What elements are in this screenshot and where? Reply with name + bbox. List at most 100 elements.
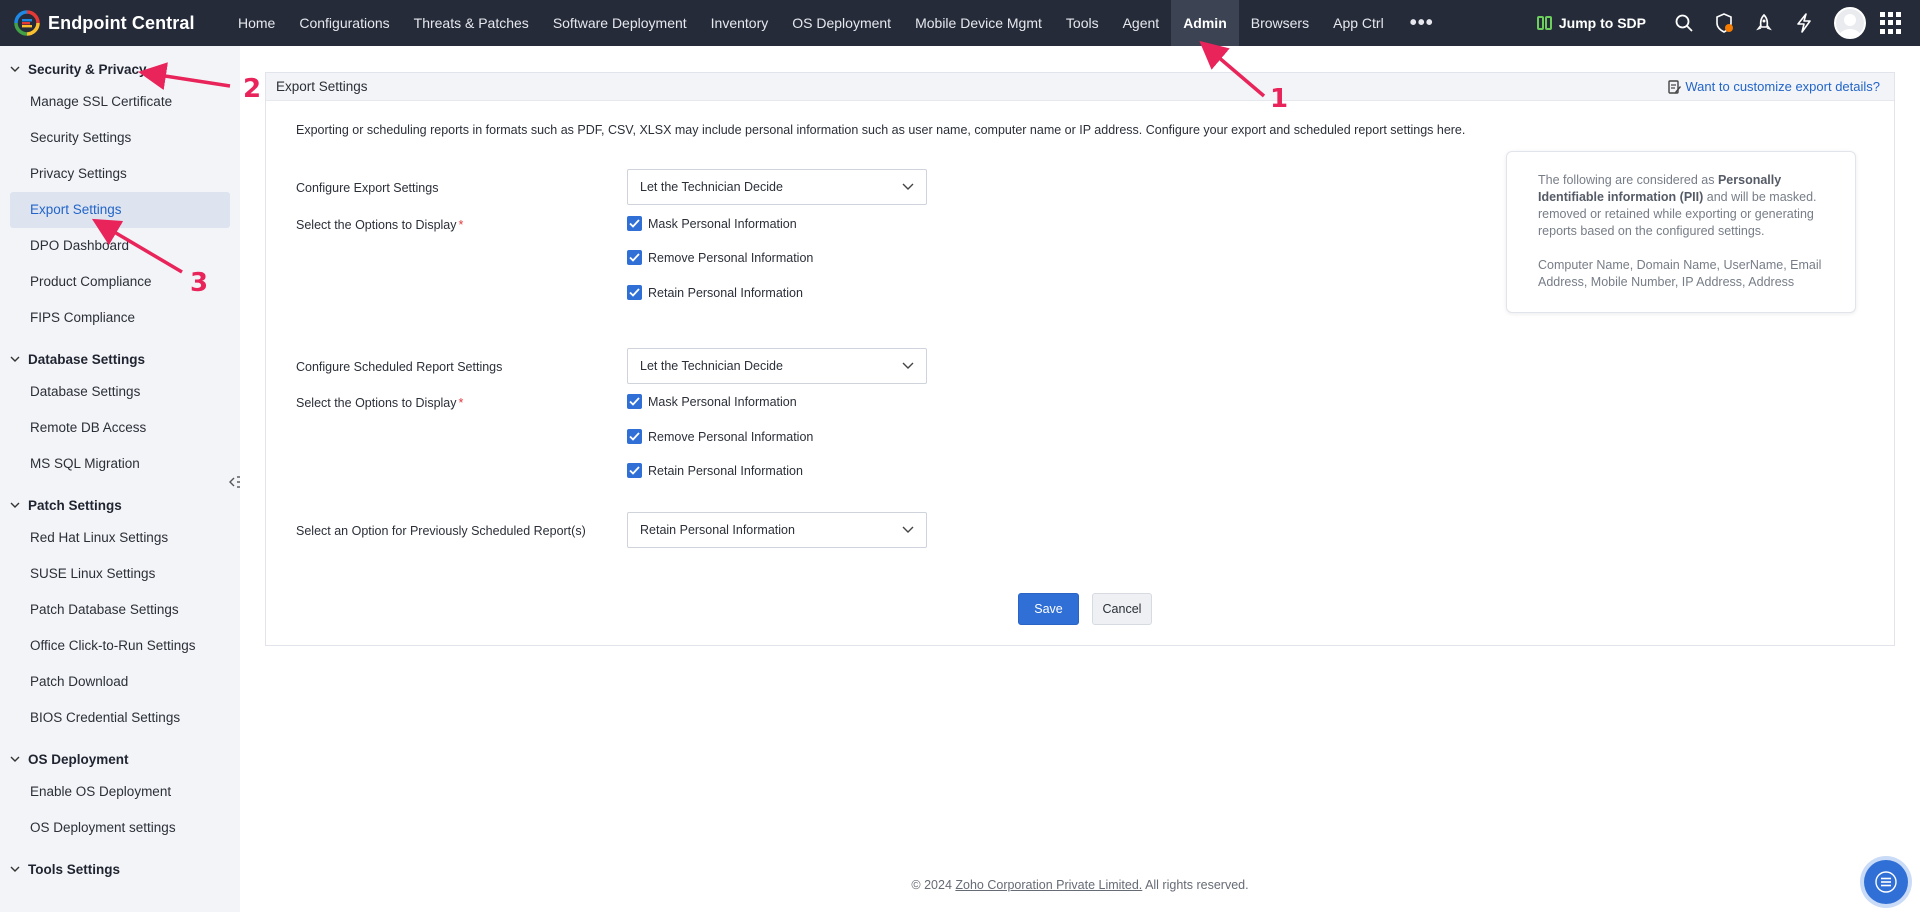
- scheduled-option-checkbox[interactable]: Mask Personal Information: [627, 394, 797, 409]
- previous-reports-label: Select an Option for Previously Schedule…: [296, 524, 586, 538]
- user-avatar[interactable]: [1834, 7, 1866, 39]
- nav-item-mobile-device-mgmt[interactable]: Mobile Device Mgmt: [903, 0, 1054, 46]
- nav-item-inventory[interactable]: Inventory: [699, 0, 781, 46]
- export-option-checkbox[interactable]: Mask Personal Information: [627, 216, 797, 231]
- nav-item-configurations[interactable]: Configurations: [287, 0, 401, 46]
- chevron-down-icon: [10, 866, 20, 872]
- sdp-icon: [1536, 16, 1552, 30]
- quick-menu-button[interactable]: [1864, 860, 1908, 904]
- nav-item-agent[interactable]: Agent: [1111, 0, 1172, 46]
- sidebar-item-remote-db-access[interactable]: Remote DB Access: [10, 410, 230, 446]
- nav-item-tools[interactable]: Tools: [1054, 0, 1111, 46]
- checkbox-label: Retain Personal Information: [648, 285, 803, 300]
- previous-reports-select[interactable]: Retain Personal Information: [627, 512, 927, 548]
- sidebar-item-dpo-dashboard[interactable]: DPO Dashboard: [10, 228, 230, 264]
- brand-name: Endpoint Central: [48, 12, 195, 33]
- sidebar-item-manage-ssl-certificate[interactable]: Manage SSL Certificate: [10, 84, 230, 120]
- intro-text: Exporting or scheduling reports in forma…: [296, 123, 1466, 137]
- export-option-checkbox[interactable]: Remove Personal Information: [627, 250, 813, 265]
- apps-grid-icon[interactable]: [1880, 12, 1902, 34]
- sidebar-group-title: Database Settings: [28, 351, 146, 367]
- sidebar-item-security-settings[interactable]: Security Settings: [10, 120, 230, 156]
- nav-item-app-ctrl[interactable]: App Ctrl: [1321, 0, 1396, 46]
- scheduled-settings-select[interactable]: Let the Technician Decide: [627, 348, 927, 384]
- export-settings-label: Configure Export Settings: [296, 181, 439, 195]
- cancel-button[interactable]: Cancel: [1092, 593, 1152, 625]
- customize-export-link[interactable]: Want to customize export details?: [1667, 79, 1880, 94]
- sidebar-item-bios-credential-settings[interactable]: BIOS Credential Settings: [10, 700, 230, 736]
- sidebar-group-title: Patch Settings: [28, 497, 122, 513]
- lightning-icon[interactable]: [1792, 11, 1816, 35]
- chevron-down-icon: [10, 356, 20, 362]
- sidebar-group: Tools Settings: [0, 858, 240, 880]
- annotation-label-2: 2: [243, 74, 262, 104]
- sidebar-item-patch-database-settings[interactable]: Patch Database Settings: [10, 592, 230, 628]
- main-nav: Home Configurations Threats & Patches Softw…: [226, 0, 1396, 46]
- checkbox-checked-icon[interactable]: [627, 429, 642, 444]
- rocket-icon[interactable]: [1752, 11, 1776, 35]
- checkbox-label: Retain Personal Information: [648, 463, 803, 478]
- scheduled-option-checkbox[interactable]: Retain Personal Information: [627, 463, 803, 478]
- sidebar-group-title: Tools Settings: [28, 861, 121, 877]
- sidebar-item-export-settings[interactable]: Export Settings: [10, 192, 230, 228]
- search-icon[interactable]: [1672, 11, 1696, 35]
- checkbox-checked-icon[interactable]: [627, 250, 642, 265]
- export-option-checkbox[interactable]: Retain Personal Information: [627, 285, 803, 300]
- chevron-down-icon: [10, 66, 20, 72]
- checkbox-checked-icon[interactable]: [627, 285, 642, 300]
- main-content: Export Settings Want to customize export…: [240, 46, 1920, 912]
- export-options-label: Select the Options to Display *: [296, 218, 464, 232]
- sidebar-group-title: Security & Privacy: [28, 61, 147, 77]
- pii-fields-text: Computer Name, Domain Name, UserName, Em…: [1538, 258, 1822, 289]
- chevron-down-icon: [902, 183, 914, 190]
- save-button[interactable]: Save: [1018, 593, 1079, 625]
- chevron-down-icon: [902, 526, 914, 533]
- checkbox-checked-icon[interactable]: [627, 463, 642, 478]
- export-settings-select[interactable]: Let the Technician Decide: [627, 169, 927, 205]
- sidebar-group-header[interactable]: Tools Settings: [0, 858, 240, 880]
- sidebar-item-ms-sql-migration[interactable]: MS SQL Migration: [10, 446, 230, 482]
- footer: © 2024 Zoho Corporation Private Limited.…: [911, 878, 1249, 892]
- nav-item-home[interactable]: Home: [226, 0, 287, 46]
- sidebar-item-enable-os-deployment[interactable]: Enable OS Deployment: [10, 774, 230, 810]
- more-nav-button[interactable]: •••: [1396, 12, 1448, 35]
- edit-doc-icon: [1668, 79, 1682, 94]
- scheduled-option-checkbox[interactable]: Remove Personal Information: [627, 429, 813, 444]
- top-navbar: Endpoint Central Home Configurations Threa…: [0, 0, 1920, 46]
- sidebar-group-header[interactable]: OS Deployment: [0, 748, 240, 770]
- sidebar-item-os-deployment-settings[interactable]: OS Deployment settings: [10, 810, 230, 846]
- sidebar-item-red-hat-linux-settings[interactable]: Red Hat Linux Settings: [10, 520, 230, 556]
- sidebar-item-suse-linux-settings[interactable]: SUSE Linux Settings: [10, 556, 230, 592]
- sidebar-group-header[interactable]: Database Settings: [0, 348, 240, 370]
- sidebar-group-header[interactable]: Patch Settings: [0, 494, 240, 516]
- checkbox-checked-icon[interactable]: [627, 216, 642, 231]
- sidebar-item-patch-download[interactable]: Patch Download: [10, 664, 230, 700]
- sidebar-group: Database Settings Database Settings Remote…: [0, 348, 240, 482]
- checkbox-label: Mask Personal Information: [648, 216, 797, 231]
- nav-item-threats-patches[interactable]: Threats & Patches: [402, 0, 541, 46]
- jump-to-sdp-button[interactable]: Jump to SDP: [1536, 15, 1646, 31]
- menu-icon: [1875, 871, 1897, 893]
- top-right-tools: Jump to SDP: [1536, 0, 1920, 46]
- nav-item-software-deployment[interactable]: Software Deployment: [541, 0, 699, 46]
- pii-info-text: The following are considered as Personal…: [1538, 173, 1817, 238]
- sidebar-item-database-settings[interactable]: Database Settings: [10, 374, 230, 410]
- brand[interactable]: Endpoint Central: [0, 10, 226, 36]
- pii-info-box: The following are considered as Personal…: [1506, 151, 1856, 313]
- zoho-link[interactable]: Zoho Corporation Private Limited.: [955, 878, 1142, 892]
- sidebar-group: Patch Settings Red Hat Linux Settings SUSE…: [0, 494, 240, 736]
- checkbox-checked-icon[interactable]: [627, 394, 642, 409]
- nav-item-os-deployment[interactable]: OS Deployment: [780, 0, 903, 46]
- sidebar-item-fips-compliance[interactable]: FIPS Compliance: [10, 300, 230, 336]
- nav-item-admin[interactable]: Admin: [1171, 0, 1239, 46]
- previous-reports-value: Retain Personal Information: [640, 523, 795, 537]
- sidebar-item-office-click-to-run-settings[interactable]: Office Click-to-Run Settings: [10, 628, 230, 664]
- shield-alert-icon[interactable]: [1712, 11, 1736, 35]
- export-settings-panel: Export Settings Want to customize export…: [265, 72, 1895, 646]
- scheduled-settings-label: Configure Scheduled Report Settings: [296, 360, 503, 374]
- checkbox-label: Remove Personal Information: [648, 250, 814, 265]
- nav-item-browsers[interactable]: Browsers: [1239, 0, 1321, 46]
- sidebar-item-privacy-settings[interactable]: Privacy Settings: [10, 156, 230, 192]
- export-settings-value: Let the Technician Decide: [640, 180, 783, 194]
- sidebar-group-header[interactable]: Security & Privacy: [0, 58, 240, 80]
